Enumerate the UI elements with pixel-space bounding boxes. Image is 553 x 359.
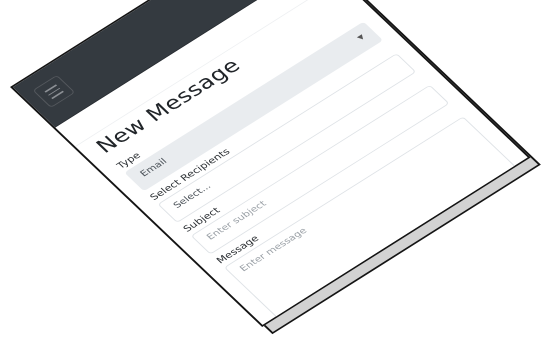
phone-screen: ▼ New Message Type Email ▼ Select Recipi… [10,0,531,328]
hamburger-icon[interactable] [32,74,76,108]
phone-mockup: ▼ New Message Type Email ▼ Select Recipi… [10,0,541,335]
type-select-value: Email [138,156,170,179]
chevron-down-icon: ▼ [355,33,367,42]
screenshot-stage: ▼ New Message Type Email ▼ Select Recipi… [0,0,553,359]
